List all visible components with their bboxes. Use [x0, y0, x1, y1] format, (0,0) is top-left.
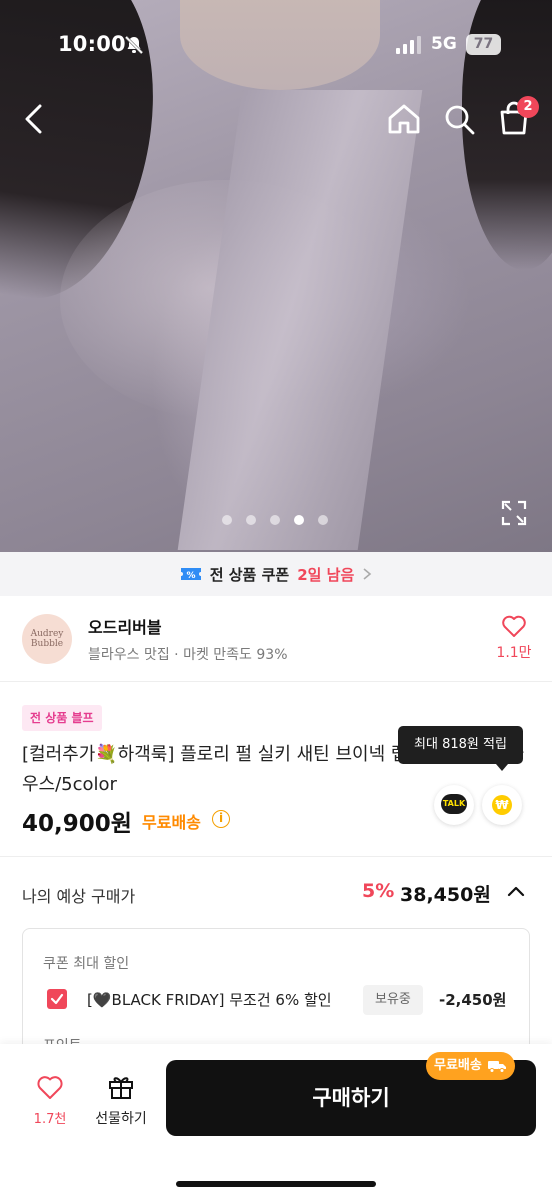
gift-icon [109, 1077, 133, 1099]
points-tooltip: 최대 818원 적립 [398, 726, 523, 771]
gift-button[interactable]: 선물하기 [88, 1074, 154, 1128]
search-icon [445, 105, 475, 135]
coupon-amount: -2,450원 [439, 991, 507, 1009]
shop-like-button[interactable] [496, 614, 532, 642]
silent-bell-icon [124, 35, 144, 55]
status-bar: 10:00 5G 77 [0, 0, 552, 90]
heart-outline-icon [502, 615, 526, 637]
expand-icon [501, 500, 527, 526]
shop-logo[interactable]: Audrey Bubble [22, 614, 72, 664]
carousel-indicator [222, 515, 328, 527]
shop-name[interactable]: 오드리버블 [88, 614, 162, 638]
checkmark-icon [50, 993, 64, 1005]
shop-logo-line1: Audrey [30, 629, 64, 639]
kakao-talk-button[interactable]: TALK [434, 785, 474, 825]
expected-discount: 5% [362, 880, 395, 902]
home-button[interactable] [386, 100, 422, 138]
coupon-box-heading: 쿠폰 최대 할인 [43, 956, 130, 972]
chevron-left-icon [25, 104, 42, 134]
search-button[interactable] [441, 100, 477, 138]
home-indicator [176, 1181, 376, 1187]
coupon-banner[interactable]: % 전 상품 쿠폰 2일 남음 [0, 552, 552, 596]
battery-level: 77 [466, 34, 501, 55]
divider [0, 856, 552, 857]
talk-icon: TALK [441, 794, 467, 814]
cellular-signal-icon [396, 36, 421, 54]
collapse-button[interactable] [504, 880, 528, 904]
back-button[interactable] [20, 100, 50, 138]
free-shipping-label: 무료배송 [142, 813, 201, 832]
heart-outline-icon [37, 1076, 63, 1099]
won-coin-icon: ₩ [492, 795, 512, 815]
chevron-up-icon [507, 886, 525, 897]
coupon-name: [🖤BLACK FRIDAY] 무조건 6% 할인 [87, 991, 332, 1009]
shop-info[interactable]: Audrey Bubble 오드리버블 블라우스 맛집 · 마켓 만족도 93%… [0, 596, 552, 682]
truck-icon [487, 1061, 506, 1073]
shop-tags: 블라우스 맛집 · 마켓 만족도 93% [88, 647, 288, 663]
carousel-dot[interactable] [270, 515, 280, 525]
chevron-right-icon [363, 568, 372, 580]
product-price: 40,900원 [22, 811, 132, 837]
home-icon [388, 104, 420, 134]
network-type: 5G [431, 34, 457, 54]
status-time: 10:00 [58, 32, 126, 56]
free-shipping-badge-label: 무료배송 [434, 1058, 482, 1073]
bottom-action-bar: 1.7천 선물하기 구매하기 무료배송 [0, 1044, 552, 1200]
carousel-dot[interactable] [222, 515, 232, 525]
coupon-icon: % [180, 568, 201, 581]
product-like-button[interactable]: 1.7천 [26, 1074, 74, 1127]
carousel-dot[interactable] [294, 515, 304, 525]
expected-price-label: 나의 예상 구매가 [22, 887, 136, 906]
shop-like-count: 1.1만 [496, 645, 532, 661]
product-photo-scarf [177, 90, 423, 550]
svg-text:%: % [186, 571, 195, 581]
product-like-count: 1.7천 [33, 1112, 67, 1127]
carousel-dot[interactable] [318, 515, 328, 525]
event-badge: 전 상품 블프 [22, 705, 102, 731]
free-shipping-badge: 무료배송 [426, 1052, 515, 1080]
coupon-banner-text: 전 상품 쿠폰 [209, 565, 290, 584]
carousel-dot[interactable] [246, 515, 256, 525]
info-icon[interactable]: i [212, 810, 230, 828]
fullscreen-button[interactable] [501, 500, 527, 526]
cart-count-badge: 2 [517, 96, 539, 118]
points-button[interactable]: ₩ [482, 785, 522, 825]
coupon-owned-tag: 보유중 [363, 985, 423, 1015]
shop-logo-line2: Bubble [30, 639, 64, 649]
coupon-checkbox[interactable] [47, 989, 67, 1009]
gift-label: 선물하기 [95, 1111, 147, 1127]
expected-price: 38,450원 [400, 884, 491, 906]
coupon-banner-remaining: 2일 남음 [297, 565, 355, 584]
